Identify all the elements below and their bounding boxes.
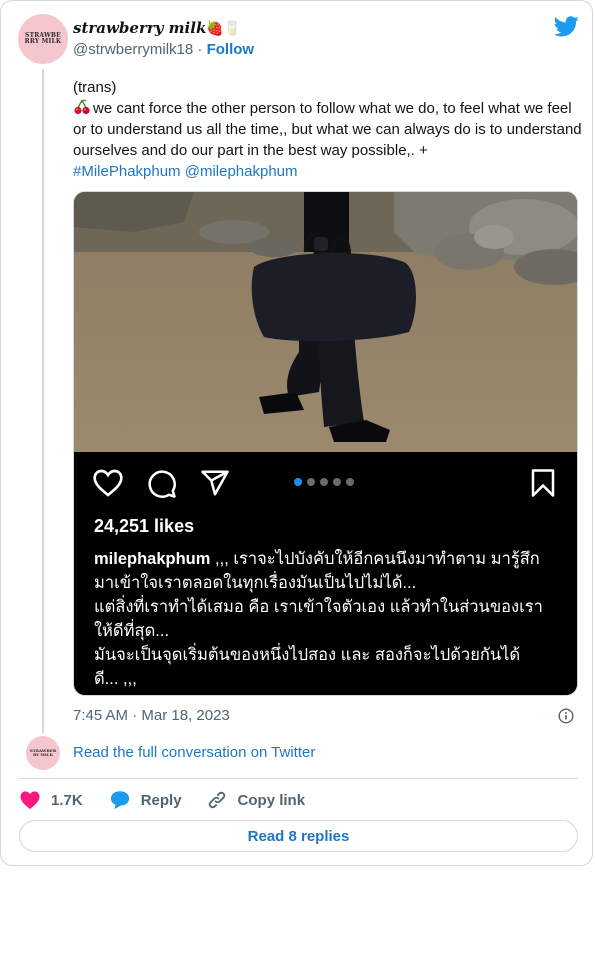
post-photo xyxy=(74,192,577,452)
tweet-actions: 1.7K Reply Copy link xyxy=(19,788,305,812)
tweet-line-trans: (trans) xyxy=(73,79,117,96)
caption-line: ให้ดีที่สุด... xyxy=(94,622,170,640)
reply-button[interactable]: Reply xyxy=(109,790,182,810)
tweet-embed-card: STRAWBERRY MILK strawberry milk🍓🥛 @strwb… xyxy=(0,0,593,866)
likes-count: 24,251 likes xyxy=(94,516,195,536)
reply-bubble-icon xyxy=(110,791,129,810)
like-button[interactable]: 1.7K xyxy=(19,790,83,810)
carousel-dot xyxy=(346,478,354,486)
caption-line: มันจะเป็นจุดเริ่มต้นของหนึ่งไปสอง และ สอ… xyxy=(94,646,521,664)
mention-link[interactable]: @milephakphum xyxy=(185,163,298,180)
handle-separator: · xyxy=(197,41,203,58)
tweet-body: (trans) we cant force the other person t… xyxy=(73,77,583,182)
carousel-indicator xyxy=(294,478,354,486)
author-avatar[interactable]: STRAWBERRY MILK xyxy=(18,14,68,64)
author-handle-row: @strwberrymilk18 · Follow xyxy=(73,41,254,58)
caption-username[interactable]: milephakphum xyxy=(94,550,210,568)
bookmark-icon[interactable] xyxy=(530,468,556,498)
caption-line: ,,, เราจะไปบังคับให้อีกคนนึงมาทำตาม มารู… xyxy=(215,550,540,568)
twitter-bird-icon[interactable] xyxy=(554,16,579,37)
name-emojis: 🍓🥛 xyxy=(206,21,242,37)
cherries-icon xyxy=(74,99,90,115)
author-display-name[interactable]: strawberry milk🍓🥛 xyxy=(73,19,241,37)
link-icon xyxy=(208,791,225,809)
heart-filled-icon xyxy=(20,791,40,810)
caption-line: มาเข้าใจเราตลอดในทุกเรื่องมันเป็นไปไม่ได… xyxy=(94,574,417,592)
reply-label: Reply xyxy=(140,791,182,809)
caption-line: แต่สิ่งที่เราทำได้เสมอ คือ เราเข้าใจตัวเ… xyxy=(94,598,543,616)
comment-icon[interactable] xyxy=(147,469,177,499)
share-icon[interactable] xyxy=(200,468,230,498)
carousel-dot xyxy=(294,478,302,486)
instagram-post-media[interactable]: 24,251 likes milephakphum ,,, เราจะไปบัง… xyxy=(73,191,578,696)
heart-icon[interactable] xyxy=(92,468,124,498)
like-count: 1.7K xyxy=(51,791,83,809)
display-name-text: strawberry milk xyxy=(73,19,207,37)
read-replies-button[interactable]: Read 8 replies xyxy=(19,820,578,852)
tweet-timestamp[interactable]: 7:45 AM · Mar 18, 2023 xyxy=(73,707,230,724)
hashtag-link[interactable]: #MilePhakphum xyxy=(73,163,181,180)
author-handle[interactable]: @strwberrymilk18 xyxy=(73,41,193,58)
carousel-dot xyxy=(307,478,315,486)
carousel-dot xyxy=(320,478,328,486)
thread-connector-line xyxy=(42,69,44,733)
copy-link-button[interactable]: Copy link xyxy=(206,789,306,811)
avatar-logo-text: STRAWBERRY MILK xyxy=(24,32,62,45)
tweet-body-text: we cant force the other person to follow… xyxy=(73,100,582,159)
small-author-avatar[interactable]: STRAWBERRY MILK xyxy=(26,736,60,770)
caption-line: ดี... ,,, xyxy=(94,670,137,688)
follow-link[interactable]: Follow xyxy=(207,41,255,58)
instagram-caption: milephakphum ,,, เราจะไปบังคับให้อีกคนนึ… xyxy=(94,547,564,691)
actions-divider xyxy=(19,778,578,779)
info-icon[interactable] xyxy=(558,708,574,724)
tweet-main-text: we cant force the other person to follow… xyxy=(73,98,583,182)
carousel-dot xyxy=(333,478,341,486)
read-conversation-link[interactable]: Read the full conversation on Twitter xyxy=(73,744,315,761)
copy-link-label: Copy link xyxy=(237,791,306,809)
small-avatar-logo-text: STRAWBERRY MILK xyxy=(29,748,57,757)
